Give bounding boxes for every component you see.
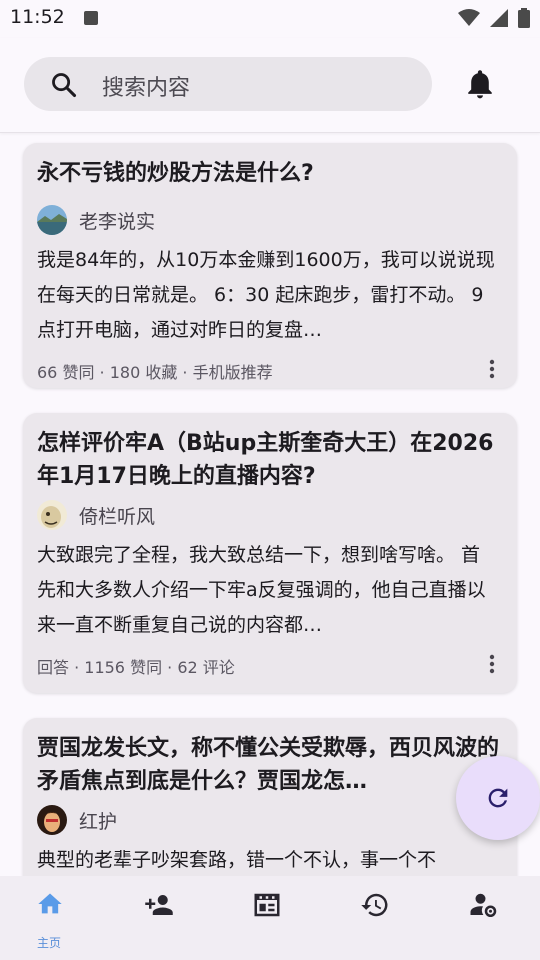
top-app-bar: 搜索内容 [0, 38, 540, 133]
notification-app-icon [84, 11, 98, 25]
person-add-icon [145, 895, 173, 915]
card-meta: 66 赞同 · 180 收藏 · 手机版推荐 [37, 363, 273, 382]
refresh-button[interactable] [456, 756, 540, 840]
notification-bell-icon[interactable] [464, 69, 496, 101]
search-icon [52, 73, 77, 98]
author-avatar [37, 805, 67, 835]
card-excerpt: 大致跟完了全程，我大致总结一下，想到啥写啥。 首先和大多数人介绍一下牢a反复强调… [37, 544, 486, 636]
nav-home[interactable]: 主页 [0, 876, 108, 960]
search-bar[interactable]: 搜索内容 [24, 57, 432, 111]
nav-account[interactable] [432, 876, 540, 960]
card-author[interactable]: 老李说实 [37, 205, 155, 235]
feed-icon [254, 893, 280, 917]
card-excerpt: 我是84年的，从10万本金赚到1600万，我可以说说现在每天的日常就是。 6：3… [37, 249, 495, 341]
author-name: 红护 [79, 810, 118, 833]
feed-card[interactable]: 永不亏钱的炒股方法是什么? 老李说实 我是84年的，从10万本金赚到1600万，… [23, 143, 517, 388]
author-avatar [37, 500, 67, 530]
status-time: 11:52 [10, 6, 65, 28]
nav-home-label: 主页 [36, 936, 61, 950]
home-icon [38, 893, 62, 914]
nav-follow[interactable] [108, 876, 216, 960]
author-avatar [37, 205, 67, 235]
search-placeholder: 搜索内容 [102, 76, 191, 101]
feed-card[interactable]: 怎样评价牢A（B站up主斯奎奇大王）在2026年1月17日晚上的直播内容? 倚栏… [23, 413, 517, 693]
refresh-icon [488, 788, 508, 808]
author-name: 老李说实 [79, 210, 156, 233]
card-author[interactable]: 倚栏听风 [37, 500, 155, 530]
more-vert-icon[interactable] [489, 654, 495, 674]
account-settings-icon [470, 893, 497, 917]
status-bar: 11:52 [0, 0, 540, 38]
history-icon [361, 893, 388, 917]
author-name: 倚栏听风 [79, 505, 156, 528]
card-meta: 回答 · 1156 赞同 · 62 评论 [37, 658, 235, 677]
bottom-navigation: 主页 [0, 876, 540, 960]
nav-feed[interactable] [216, 876, 324, 960]
signal-icon [490, 9, 508, 27]
wifi-icon [458, 9, 480, 26]
feed-card[interactable]: 贾国龙发长文，称不懂公关受欺辱，西贝风波的矛盾焦点到底是什么？贾国龙怎… 红护 … [23, 718, 517, 876]
card-title: 怎样评价牢A（B站up主斯奎奇大王）在2026年1月17日晚上的直播内容? [37, 431, 494, 489]
card-excerpt: 典型的老辈子吵架套路，错一个不认，事一个不 [37, 849, 437, 871]
card-title: 贾国龙发长文，称不懂公关受欺辱，西贝风波的矛盾焦点到底是什么？贾国龙怎… [37, 736, 500, 794]
battery-icon [518, 8, 530, 28]
feed-list[interactable]: 永不亏钱的炒股方法是什么? 老李说实 我是84年的，从10万本金赚到1600万，… [0, 133, 540, 876]
status-icons [458, 8, 530, 28]
card-title: 永不亏钱的炒股方法是什么? [37, 161, 314, 186]
card-author[interactable]: 红护 [37, 805, 117, 835]
more-vert-icon[interactable] [489, 359, 495, 379]
nav-history[interactable] [324, 876, 432, 960]
